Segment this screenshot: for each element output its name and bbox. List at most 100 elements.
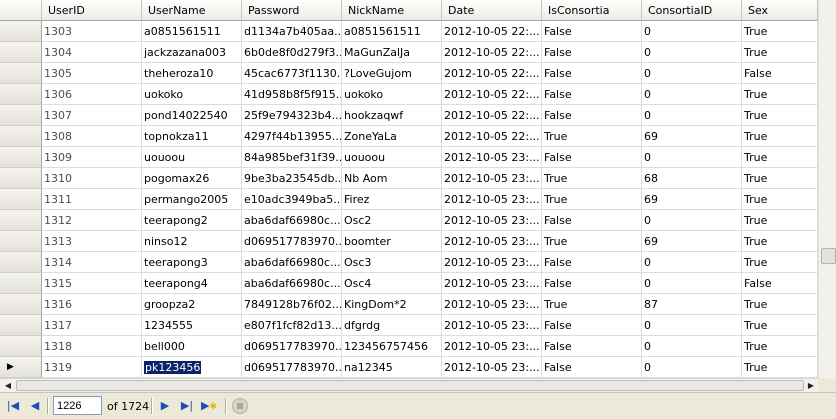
- cell-userid[interactable]: 1305: [42, 63, 142, 84]
- cell-date[interactable]: 2012-10-05 23:...: [442, 273, 542, 294]
- cell-sex[interactable]: True: [742, 105, 818, 126]
- cell-nickname[interactable]: hookzaqwf: [342, 105, 442, 126]
- cell-consortiaid[interactable]: 0: [642, 147, 742, 168]
- cell-userid[interactable]: 1308: [42, 126, 142, 147]
- cell-isconsortia[interactable]: False: [542, 84, 642, 105]
- cell-date[interactable]: 2012-10-05 23:...: [442, 168, 542, 189]
- row-header[interactable]: [0, 273, 42, 294]
- cell-sex[interactable]: False: [742, 63, 818, 84]
- scroll-right-arrow-icon[interactable]: ▶: [804, 380, 818, 391]
- table-row[interactable]: 1309 uouoou 84a985bef31f39... uouoou 2012-10…: [0, 147, 818, 168]
- table-row[interactable]: 1311 permango2005 e10adc3949ba5... Firez 201…: [0, 189, 818, 210]
- table-row[interactable]: 1317 1234555 e807f1fcf82d13... dfgrdg 2012-1…: [0, 315, 818, 336]
- cell-username[interactable]: permango2005: [142, 189, 242, 210]
- header-corner[interactable]: [0, 0, 42, 21]
- move-first-icon[interactable]: |◀: [6, 399, 20, 413]
- table-row[interactable]: 1316 groopza2 7849128b76f02... KingDom*2 201…: [0, 294, 818, 315]
- row-header[interactable]: [0, 105, 42, 126]
- column-header-isconsortia[interactable]: IsConsortia: [542, 0, 642, 21]
- row-header[interactable]: [0, 147, 42, 168]
- table-row[interactable]: 1315 teerapong4 aba6daf66980c... Osc4 2012-1…: [0, 273, 818, 294]
- row-header[interactable]: [0, 294, 42, 315]
- cell-sex[interactable]: True: [742, 84, 818, 105]
- cell-userid[interactable]: 1315: [42, 273, 142, 294]
- cell-isconsortia[interactable]: False: [542, 105, 642, 126]
- cell-nickname[interactable]: uouoou: [342, 147, 442, 168]
- move-last-icon[interactable]: ▶|: [180, 399, 194, 413]
- row-header[interactable]: [0, 84, 42, 105]
- cell-isconsortia[interactable]: False: [542, 21, 642, 42]
- cell-date[interactable]: 2012-10-05 23:...: [442, 189, 542, 210]
- table-row[interactable]: 1305 theheroza10 45cac6773f1130... ?LoveGuj…: [0, 63, 818, 84]
- cell-nickname[interactable]: uokoko: [342, 84, 442, 105]
- row-header[interactable]: [0, 63, 42, 84]
- cell-nickname[interactable]: na12345: [342, 357, 442, 378]
- cell-consortiaid[interactable]: 69: [642, 231, 742, 252]
- current-row-indicator[interactable]: ▶: [0, 357, 42, 378]
- cell-nickname[interactable]: Nb Aom: [342, 168, 442, 189]
- cell-consortiaid[interactable]: 87: [642, 294, 742, 315]
- column-header-consortiaid[interactable]: ConsortiaID: [642, 0, 742, 21]
- cell-nickname[interactable]: 123456757456: [342, 336, 442, 357]
- cell-sex[interactable]: True: [742, 252, 818, 273]
- cell-nickname[interactable]: KingDom*2: [342, 294, 442, 315]
- row-header[interactable]: [0, 210, 42, 231]
- cell-username[interactable]: pk123456: [142, 357, 242, 378]
- cell-userid[interactable]: 1312: [42, 210, 142, 231]
- row-header[interactable]: [0, 42, 42, 63]
- cell-sex[interactable]: True: [742, 315, 818, 336]
- table-row[interactable]: ▶ 1319 pk123456 d069517783970... na12345 2012…: [0, 357, 818, 378]
- cell-sex[interactable]: True: [742, 42, 818, 63]
- cell-password[interactable]: 6b0de8f0d279f3...: [242, 42, 342, 63]
- cell-consortiaid[interactable]: 0: [642, 315, 742, 336]
- cell-sex[interactable]: True: [742, 126, 818, 147]
- cell-isconsortia[interactable]: False: [542, 315, 642, 336]
- cell-sex[interactable]: True: [742, 357, 818, 378]
- cell-nickname[interactable]: Osc2: [342, 210, 442, 231]
- cell-username[interactable]: teerapong3: [142, 252, 242, 273]
- cell-date[interactable]: 2012-10-05 23:...: [442, 336, 542, 357]
- cell-sex[interactable]: True: [742, 168, 818, 189]
- cell-consortiaid[interactable]: 0: [642, 252, 742, 273]
- cell-username[interactable]: pond14022540: [142, 105, 242, 126]
- cell-username[interactable]: 1234555: [142, 315, 242, 336]
- row-header[interactable]: [0, 168, 42, 189]
- cell-date[interactable]: 2012-10-05 23:...: [442, 210, 542, 231]
- stop-icon[interactable]: [232, 398, 248, 414]
- cell-consortiaid[interactable]: 0: [642, 336, 742, 357]
- cell-password[interactable]: aba6daf66980c...: [242, 252, 342, 273]
- cell-isconsortia[interactable]: True: [542, 231, 642, 252]
- vertical-scrollbar[interactable]: [818, 0, 836, 378]
- cell-userid[interactable]: 1313: [42, 231, 142, 252]
- cell-username[interactable]: theheroza10: [142, 63, 242, 84]
- column-header-username[interactable]: UserName: [142, 0, 242, 21]
- add-new-icon[interactable]: ▶✱: [201, 399, 217, 413]
- position-input[interactable]: [53, 396, 102, 415]
- cell-isconsortia[interactable]: True: [542, 168, 642, 189]
- cell-userid[interactable]: 1303: [42, 21, 142, 42]
- cell-consortiaid[interactable]: 0: [642, 21, 742, 42]
- table-row[interactable]: 1318 bell000 d069517783970... 123456757456 2…: [0, 336, 818, 357]
- table-row[interactable]: 1312 teerapong2 aba6daf66980c... Osc2 2012-1…: [0, 210, 818, 231]
- cell-consortiaid[interactable]: 0: [642, 63, 742, 84]
- column-header-nickname[interactable]: NickName: [342, 0, 442, 21]
- cell-password[interactable]: 7849128b76f02...: [242, 294, 342, 315]
- cell-nickname[interactable]: ?LoveGujom: [342, 63, 442, 84]
- row-header[interactable]: [0, 21, 42, 42]
- cell-password[interactable]: 9be3ba23545db...: [242, 168, 342, 189]
- cell-password[interactable]: aba6daf66980c...: [242, 210, 342, 231]
- row-header[interactable]: [0, 252, 42, 273]
- table-row[interactable]: 1307 pond14022540 25f9e794323b4... hookzaqw…: [0, 105, 818, 126]
- cell-isconsortia[interactable]: False: [542, 147, 642, 168]
- cell-isconsortia[interactable]: False: [542, 357, 642, 378]
- cell-date[interactable]: 2012-10-05 23:...: [442, 294, 542, 315]
- cell-consortiaid[interactable]: 0: [642, 105, 742, 126]
- cell-username[interactable]: a0851561511: [142, 21, 242, 42]
- cell-username[interactable]: pogomax26: [142, 168, 242, 189]
- cell-username[interactable]: ninso12: [142, 231, 242, 252]
- cell-password[interactable]: e10adc3949ba5...: [242, 189, 342, 210]
- cell-sex[interactable]: True: [742, 189, 818, 210]
- data-grid[interactable]: UserID UserName Password NickName Date I…: [0, 0, 818, 378]
- cell-sex[interactable]: True: [742, 21, 818, 42]
- cell-isconsortia[interactable]: True: [542, 189, 642, 210]
